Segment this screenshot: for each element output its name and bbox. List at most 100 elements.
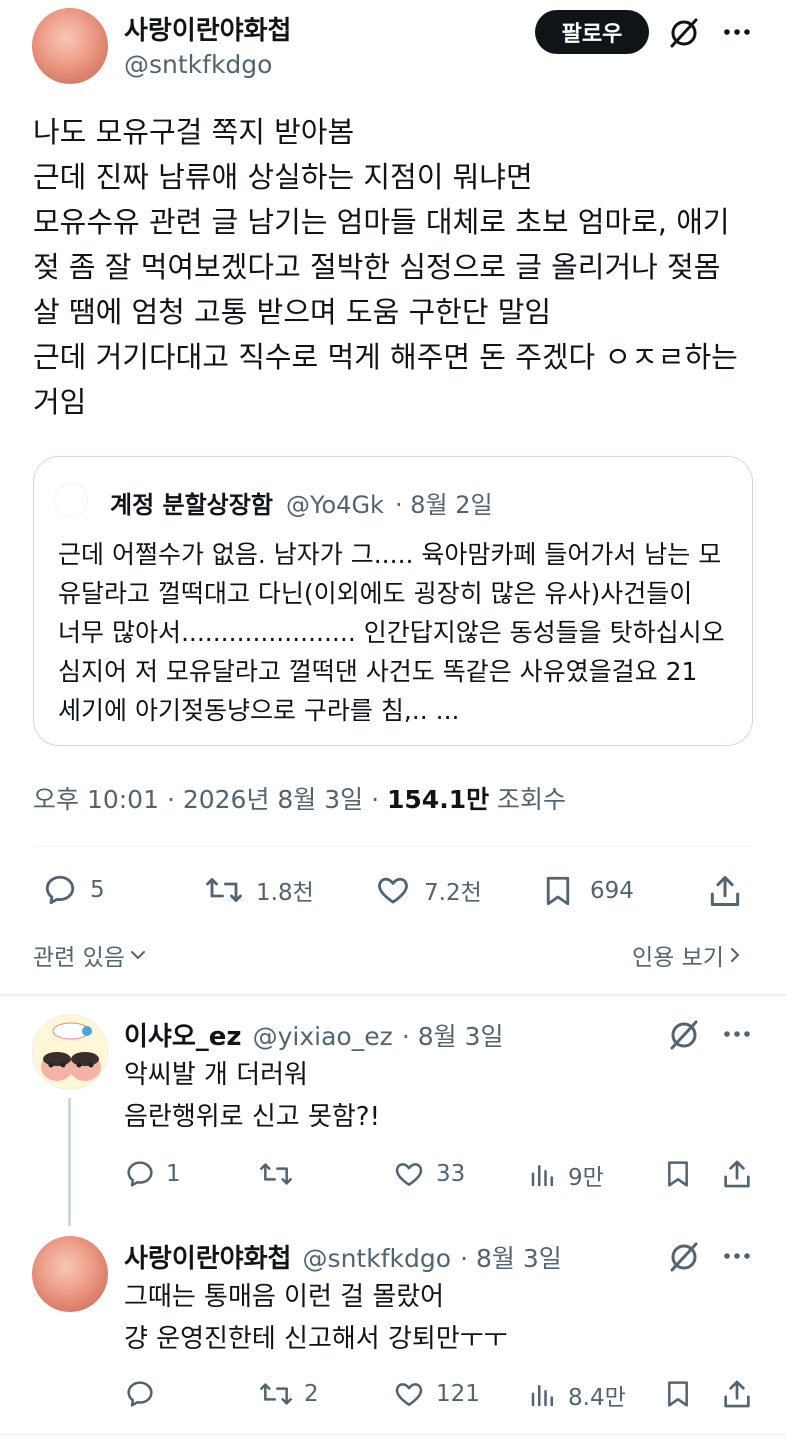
bookmark-count: 694 — [590, 878, 634, 904]
tweet-line: 살 땜에 엄청 고통 받으며 도움 구한단 말임 — [33, 295, 552, 329]
related-label: 관련 있음 — [33, 945, 125, 971]
quoted-date: · 8월 2일 — [395, 491, 493, 519]
reply1-line: 악씨발 개 더러워 — [124, 1060, 308, 1090]
more-options-icon[interactable] — [722, 1250, 752, 1262]
reply2-bookmark-button[interactable] — [662, 1377, 694, 1411]
retweet-icon — [260, 1163, 292, 1185]
reply2-reply-button[interactable] — [124, 1378, 166, 1410]
reply2-views-count: 8.4만 — [568, 1385, 626, 1411]
view-quotes-label: 인용 보기 — [632, 945, 724, 971]
share-icon — [710, 876, 740, 906]
reply2-name[interactable]: 사랑이란야화첩 — [124, 1244, 291, 1274]
section-divider — [0, 994, 786, 996]
reply1-header: 이샤오_ez @yixiao_ez · 8월 3일 — [124, 1016, 503, 1053]
quoted-author-name: 계정 분할상장함 — [110, 491, 273, 519]
quoted-line: 세기에 아기젖동냥으로 구라를 침,.. ... — [58, 696, 460, 725]
reply2-avatar[interactable] — [32, 1236, 108, 1312]
reply2-views-button[interactable]: 8.4만 — [528, 1378, 626, 1412]
heart-icon — [378, 877, 408, 904]
bookmark-icon — [546, 876, 570, 906]
quoted-line: 근데 어쩔수가 없음. 남자가 그..... 육아맘카페 들어가서 남는 모 — [58, 540, 722, 569]
reply1-body: 악씨발 개 더러워 음란행위로 신고 못함?! — [124, 1054, 380, 1138]
grok-icon[interactable] — [667, 1018, 701, 1052]
bottom-divider — [0, 1434, 786, 1435]
retweet-button[interactable]: 1.8천 — [204, 872, 314, 908]
tweet-line: 모유수유 관련 글 남기는 엄마들 대체로 초보 엄마로, 애기 — [33, 205, 730, 239]
views-icon — [531, 1165, 553, 1187]
like-button[interactable]: 7.2천 — [374, 872, 482, 908]
author-handle[interactable]: @sntkfkdgo — [124, 50, 272, 79]
share-button[interactable] — [706, 872, 744, 910]
reply2-like-button[interactable]: 121 — [392, 1378, 480, 1410]
retweet-icon — [206, 878, 242, 902]
reply2-handle[interactable]: @sntkfkdgo — [303, 1244, 451, 1273]
reply1-reply-button[interactable]: 1 — [124, 1158, 181, 1190]
tweet-meta: 오후 10:01 · 2026년 8월 3일 · 154.1만 조회수 — [33, 780, 566, 816]
reply1-views-button[interactable]: 9만 — [528, 1158, 604, 1192]
chevron-right-icon — [730, 948, 739, 962]
grok-icon[interactable] — [667, 16, 701, 50]
reply2-body: 그때는 통매음 이런 걸 몰랐어 걍 운영진한테 신고해서 강퇴만ㅜㅜ — [124, 1276, 508, 1360]
reply2-header: 사랑이란야화첩 @sntkfkdgo · 8월 3일 — [124, 1238, 562, 1275]
reply1-bookmark-button[interactable] — [662, 1157, 694, 1191]
reply2-like-count: 121 — [436, 1381, 480, 1407]
tweet-line: 나도 모유구걸 쪽지 받아봄 — [33, 115, 355, 149]
views-label: 조회수 — [497, 785, 567, 814]
tweet-line: 젖 좀 잘 먹여보겠다고 절박한 심정으로 글 올리거나 젖몸 — [33, 250, 721, 284]
author-name[interactable]: 사랑이란야화첩 — [124, 10, 291, 47]
tweet-line: 근데 진짜 남류애 상실하는 지점이 뭐냐면 — [33, 160, 533, 194]
reply2-retweet-button[interactable]: 2 — [258, 1378, 319, 1410]
related-toggle[interactable]: 관련 있음 — [33, 938, 147, 972]
heart-icon — [395, 1163, 423, 1186]
quoted-avatar — [54, 483, 88, 517]
bookmark-icon — [668, 1161, 688, 1187]
quoted-line: 유달라고 껄떡대고 다닌(이외에도 굉장히 많은 유사)사건들이 — [58, 579, 693, 608]
reply1-like-button[interactable]: 33 — [392, 1158, 465, 1190]
reply1-line: 음란행위로 신고 못함?! — [124, 1102, 381, 1132]
more-options-icon[interactable] — [722, 26, 752, 38]
reply1-handle[interactable]: @yixiao_ez — [253, 1022, 393, 1051]
reply-icon — [127, 1381, 153, 1407]
reply1-like-count: 33 — [436, 1161, 466, 1187]
reply1-reply-count: 1 — [166, 1161, 181, 1187]
retweet-count: 1.8천 — [256, 880, 314, 906]
quoted-tweet[interactable]: 계정 분할상장함 @Yo4Gk · 8월 2일 근데 어쩔수가 없음. 남자가 … — [33, 456, 753, 746]
reply-count: 5 — [90, 877, 105, 903]
quoted-line: 심지어 저 모유달라고 껄떡댄 사건도 똑같은 사유였을걸요 21 — [58, 657, 698, 686]
grok-icon[interactable] — [667, 1240, 701, 1274]
reply1-avatar[interactable] — [32, 1014, 108, 1090]
quoted-line: 너무 많아서...................... 인간답지않은 동성들을… — [58, 618, 725, 647]
reply-icon — [127, 1161, 153, 1187]
reply-icon — [45, 875, 75, 905]
reply1-views-count: 9만 — [568, 1165, 604, 1191]
thread-connector — [68, 1098, 71, 1226]
heart-icon — [395, 1383, 423, 1406]
timestamp[interactable]: 오후 10:01 · 2026년 8월 3일 · — [33, 785, 379, 814]
share-icon — [724, 1380, 750, 1408]
follow-button[interactable]: 팔로우 — [535, 10, 649, 54]
views-icon — [531, 1385, 553, 1407]
views-count: 154.1만 — [387, 785, 490, 814]
reply1-share-button[interactable] — [720, 1157, 754, 1191]
tweet-line: 거임 — [33, 385, 87, 419]
reply2-share-button[interactable] — [720, 1377, 754, 1411]
reply1-date[interactable]: · 8월 3일 — [402, 1022, 504, 1051]
chevron-down-icon — [130, 951, 145, 959]
reply2-date[interactable]: · 8월 3일 — [460, 1244, 562, 1273]
reply1-retweet-button[interactable] — [258, 1158, 304, 1190]
reply2-retweet-count: 2 — [304, 1381, 319, 1407]
tweet-line: 근데 거기다대고 직수로 먹게 해주면 돈 주겠다 ㅇㅈㄹ하는 — [33, 340, 738, 374]
bookmark-icon — [668, 1381, 688, 1407]
reply2-line: 그때는 통매음 이런 걸 몰랐어 — [124, 1282, 445, 1312]
quoted-author-handle: @Yo4Gk — [286, 491, 384, 519]
like-count: 7.2천 — [424, 880, 482, 906]
view-quotes-link[interactable]: 인용 보기 — [632, 938, 742, 972]
bookmark-button[interactable]: 694 — [540, 872, 634, 910]
reply-button[interactable]: 5 — [42, 872, 105, 908]
author-avatar[interactable] — [32, 8, 108, 84]
divider — [33, 846, 753, 847]
retweet-icon — [260, 1383, 292, 1405]
more-options-icon[interactable] — [722, 1028, 752, 1040]
quoted-text: 근데 어쩔수가 없음. 남자가 그..... 육아맘카페 들어가서 남는 모 유… — [58, 535, 725, 730]
reply1-name[interactable]: 이샤오_ez — [124, 1022, 242, 1052]
